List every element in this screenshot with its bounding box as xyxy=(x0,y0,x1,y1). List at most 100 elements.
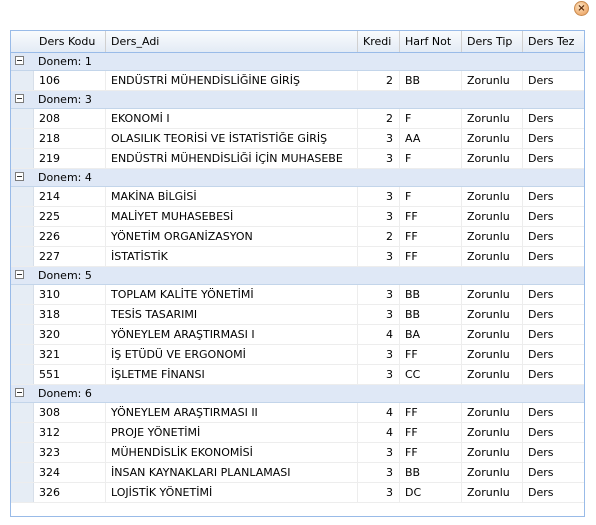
table-row[interactable]: 227 İSTATİSTİK 3 FF Zorunlu Ders xyxy=(11,247,584,267)
cell-ders-tip: Zorunlu xyxy=(462,227,523,246)
row-indent xyxy=(11,483,34,502)
cell-kredi: 3 xyxy=(358,345,400,364)
cell-ders-tez: Ders xyxy=(528,74,554,87)
row-indent xyxy=(11,129,34,148)
table-row[interactable]: 310 TOPLAM KALİTE YÖNETİMİ 3 BB Zorunlu Ders xyxy=(11,285,584,305)
group-label: Donem: 3 xyxy=(38,93,92,106)
cell-ders-kodu: 318 xyxy=(34,305,106,324)
group-label: Donem: 6 xyxy=(38,387,92,400)
collapse-toggle-icon[interactable] xyxy=(15,56,24,65)
row-indent xyxy=(11,187,34,206)
cell-ders-tip: Zorunlu xyxy=(462,71,523,90)
table-row[interactable]: 226 YÖNETİM ORGANİZASYON 2 FF Zorunlu Ders xyxy=(11,227,584,247)
cell-ders-tez: Ders xyxy=(528,406,554,419)
cell-harf-not: FF xyxy=(400,345,462,364)
group-header[interactable]: Donem: 6 xyxy=(11,385,584,403)
cell-harf-not: FF xyxy=(400,247,462,266)
column-header-ders-tez[interactable]: Ders Tez xyxy=(523,31,584,52)
group-header[interactable]: Donem: 1 xyxy=(11,53,584,71)
row-indent xyxy=(11,325,34,344)
table-row[interactable]: 308 YÖNEYLEM ARAŞTIRMASI II 4 FF Zorunlu Ders xyxy=(11,403,584,423)
table-row[interactable]: 312 PROJE YÖNETİMİ 4 FF Zorunlu Ders xyxy=(11,423,584,443)
grid-header: Ders Kodu Ders_Adi Kredi Harf Not Ders T… xyxy=(11,31,584,53)
cell-ders-tip: Zorunlu xyxy=(462,305,523,324)
group-label: Donem: 1 xyxy=(38,55,92,68)
row-indent xyxy=(11,285,34,304)
cell-harf-not: FF xyxy=(400,227,462,246)
table-row[interactable]: 321 İŞ ETÜDÜ VE ERGONOMİ 3 FF Zorunlu Ders xyxy=(11,345,584,365)
cell-ders-tez: Ders xyxy=(528,486,554,499)
cell-ders-kodu: 225 xyxy=(34,207,106,226)
cell-ders-kodu: 324 xyxy=(34,463,106,482)
cell-kredi: 4 xyxy=(358,403,400,422)
table-row[interactable]: 214 MAKİNA BİLGİSİ 3 F Zorunlu Ders xyxy=(11,187,584,207)
cell-ders-kodu: 326 xyxy=(34,483,106,502)
table-row[interactable]: 106 ENDÜSTRİ MÜHENDİSLİĞİNE GİRİŞ 2 BB Zorun… xyxy=(11,71,584,91)
cell-ders-adi: MALİYET MUHASEBESİ xyxy=(106,207,358,226)
row-indent xyxy=(11,463,34,482)
cell-ders-adi: ENDÜSTRİ MÜHENDİSLİĞİNE GİRİŞ xyxy=(106,71,358,90)
row-indent xyxy=(11,247,34,266)
cell-ders-kodu: 106 xyxy=(34,71,106,90)
cell-ders-adi: EKONOMİ I xyxy=(106,109,358,128)
cell-ders-tez: Ders xyxy=(528,348,554,361)
cell-ders-adi: YÖNEYLEM ARAŞTIRMASI II xyxy=(106,403,358,422)
cell-ders-adi: İNSAN KAYNAKLARI PLANLAMASI xyxy=(106,463,358,482)
cell-ders-kodu: 310 xyxy=(34,285,106,304)
cell-kredi: 3 xyxy=(358,129,400,148)
cell-ders-tip: Zorunlu xyxy=(462,403,523,422)
cell-kredi: 3 xyxy=(358,443,400,462)
cell-ders-tip: Zorunlu xyxy=(462,285,523,304)
row-indent xyxy=(11,423,34,442)
table-row[interactable]: 218 OLASILIK TEORİSİ VE İSTATİSTİĞE GİRİŞ… xyxy=(11,129,584,149)
table-row[interactable]: 323 MÜHENDİSLİK EKONOMİSİ 3 FF Zorunlu Ders xyxy=(11,443,584,463)
cell-ders-adi: OLASILIK TEORİSİ VE İSTATİSTİĞE GİRİŞ xyxy=(106,129,358,148)
table-row[interactable]: 318 TESİS TASARIMI 3 BB Zorunlu Ders xyxy=(11,305,584,325)
table-row[interactable]: 208 EKONOMİ I 2 F Zorunlu Ders xyxy=(11,109,584,129)
cell-ders-tip: Zorunlu xyxy=(462,187,523,206)
cell-kredi: 3 xyxy=(358,247,400,266)
group-label: Donem: 4 xyxy=(38,171,92,184)
column-header-harf-not[interactable]: Harf Not xyxy=(400,31,462,52)
cell-ders-tez: Ders xyxy=(528,446,554,459)
column-header-ders-kodu[interactable]: Ders Kodu xyxy=(34,31,106,52)
column-header-kredi[interactable]: Kredi xyxy=(358,31,400,52)
cell-ders-tez: Ders xyxy=(528,426,554,439)
table-row[interactable]: 324 İNSAN KAYNAKLARI PLANLAMASI 3 BB Zorunlu… xyxy=(11,463,584,483)
table-row[interactable]: 219 ENDÜSTRİ MÜHENDİSLİĞİ İÇİN MUHASEBE 3 F… xyxy=(11,149,584,169)
table-row[interactable]: 320 YÖNEYLEM ARAŞTIRMASI I 4 BA Zorunlu Ders xyxy=(11,325,584,345)
cell-ders-kodu: 308 xyxy=(34,403,106,422)
cell-harf-not: BB xyxy=(400,463,462,482)
group-header[interactable]: Donem: 3 xyxy=(11,91,584,109)
cell-harf-not: F xyxy=(400,109,462,128)
cell-ders-kodu: 321 xyxy=(34,345,106,364)
group-header[interactable]: Donem: 5 xyxy=(11,267,584,285)
cell-harf-not: BA xyxy=(400,325,462,344)
close-icon[interactable]: × xyxy=(574,1,589,16)
cell-ders-kodu: 214 xyxy=(34,187,106,206)
collapse-toggle-icon[interactable] xyxy=(15,388,24,397)
collapse-toggle-icon[interactable] xyxy=(15,270,24,279)
collapse-toggle-icon[interactable] xyxy=(15,94,24,103)
table-row[interactable]: 225 MALİYET MUHASEBESİ 3 FF Zorunlu Ders xyxy=(11,207,584,227)
collapse-toggle-icon[interactable] xyxy=(15,172,24,181)
column-header-ders-adi[interactable]: Ders_Adi xyxy=(106,31,358,52)
table-row[interactable]: 551 İŞLETME FİNANSI 3 CC Zorunlu Ders xyxy=(11,365,584,385)
column-header-ders-tip[interactable]: Ders Tip xyxy=(462,31,523,52)
row-indent xyxy=(11,305,34,324)
cell-kredi: 3 xyxy=(358,207,400,226)
cell-harf-not: AA xyxy=(400,129,462,148)
cell-harf-not: FF xyxy=(400,207,462,226)
cell-ders-tip: Zorunlu xyxy=(462,325,523,344)
cell-ders-adi: İŞLETME FİNANSI xyxy=(106,365,358,384)
cell-ders-adi: LOJİSTİK YÖNETİMİ xyxy=(106,483,358,502)
group-header[interactable]: Donem: 4 xyxy=(11,169,584,187)
cell-ders-tez: Ders xyxy=(528,132,554,145)
row-indent xyxy=(11,345,34,364)
table-row[interactable]: 326 LOJİSTİK YÖNETİMİ 3 DC Zorunlu Ders xyxy=(11,483,584,503)
cell-kredi: 4 xyxy=(358,325,400,344)
cell-harf-not: FF xyxy=(400,443,462,462)
cell-harf-not: BB xyxy=(400,305,462,324)
cell-ders-tip: Zorunlu xyxy=(462,345,523,364)
cell-ders-tip: Zorunlu xyxy=(462,443,523,462)
